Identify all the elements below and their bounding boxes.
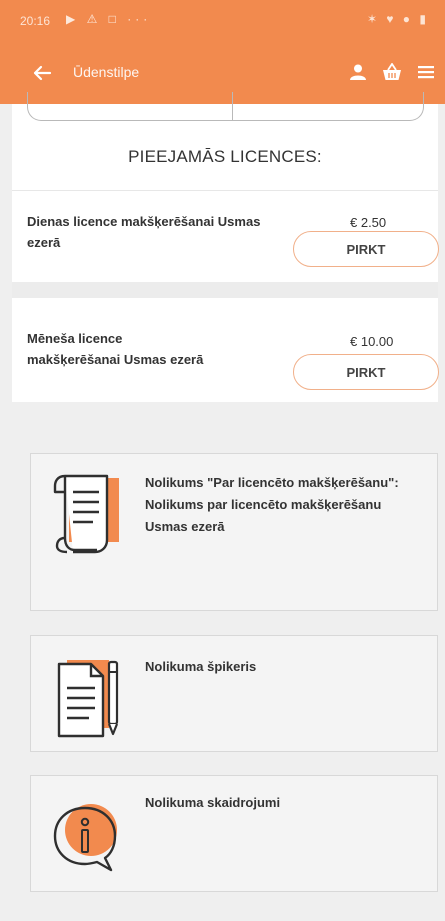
license-item: Dienas licence makšķerēšanai Usmas ezerā… (12, 190, 439, 283)
license-name: Dienas licence makšķerēšanai Usmas ezerā (27, 214, 261, 250)
status-time: 20:16 (20, 14, 51, 28)
status-bar: 20:16 ▶ ⚠ □ ··· ✶ ♥ ● ▮ (0, 0, 445, 42)
basket-icon[interactable] (381, 61, 403, 83)
document-title: Nolikums "Par licencēto makšķerēšanu": N… (145, 475, 399, 534)
license-price: € 2.50 (350, 215, 387, 230)
divider (12, 282, 438, 298)
menu-icon[interactable] (415, 61, 437, 83)
tab-right[interactable] (232, 92, 424, 121)
license-name: Mēneša licence makšķerēšanai Usmas ezerā (27, 331, 204, 367)
scroll-icon (45, 472, 123, 556)
document-card-cheatsheet[interactable]: Nolikuma špikeris (30, 635, 438, 752)
info-bubble-icon (45, 794, 123, 878)
license-item: Mēneša licence makšķerēšanai Usmas ezerā… (12, 298, 439, 402)
tab-bar-remnant (12, 92, 438, 124)
appbar-actions (347, 61, 437, 83)
document-title: Nolikuma skaidrojumi (145, 795, 281, 810)
license-price: € 10.00 (350, 334, 394, 349)
document-pen-icon (45, 654, 123, 738)
document-card-explanations[interactable]: Nolikuma skaidrojumi (30, 775, 438, 892)
document-title: Nolikuma špikeris (145, 659, 257, 674)
tab-left[interactable] (27, 92, 233, 121)
document-card-rules[interactable]: Nolikums "Par licencēto makšķerēšanu": N… (30, 453, 438, 611)
buy-button[interactable]: PIRKT (293, 354, 439, 390)
back-arrow-icon[interactable] (30, 61, 54, 85)
page-title: Ūdenstilpe (73, 64, 140, 80)
system-status-icons: ✶ ♥ ● ▮ (366, 12, 429, 26)
user-icon[interactable] (347, 61, 369, 83)
section-title: PIEEJAMĀS LICENCES: (128, 147, 322, 166)
notification-icons: ▶ ⚠ □ ··· (66, 12, 152, 26)
licenses-panel: PIEEJAMĀS LICENCES: Dienas licence makšķ… (12, 92, 439, 402)
buy-button[interactable]: PIRKT (293, 231, 439, 267)
